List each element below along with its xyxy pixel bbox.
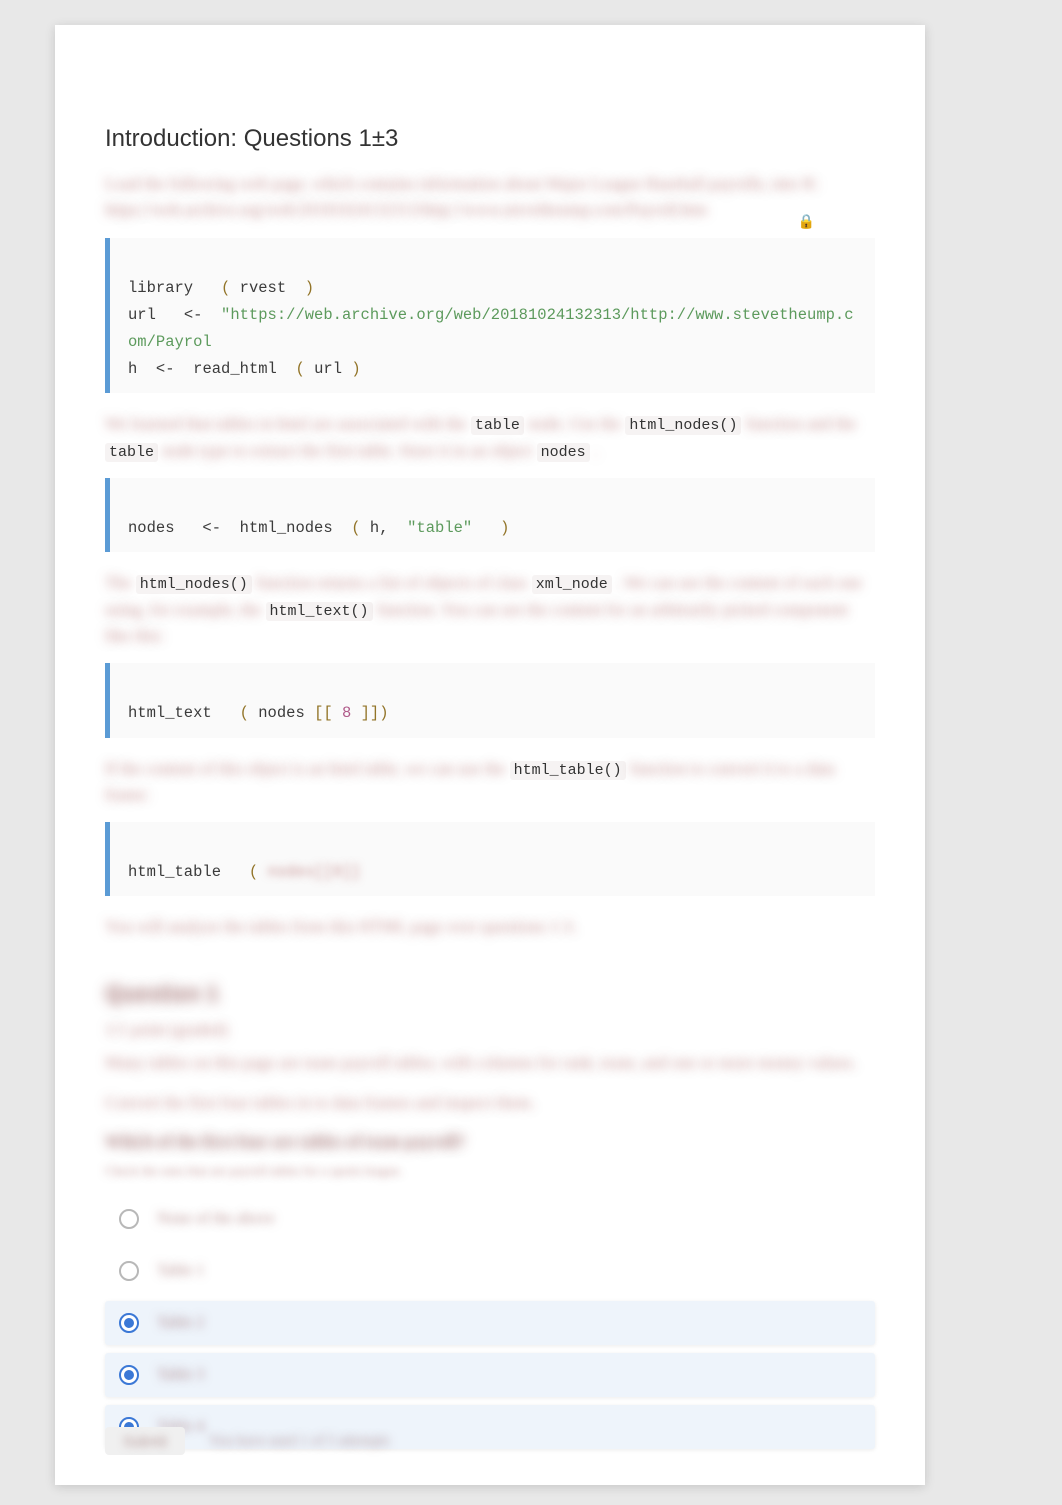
text: node. Use the <box>528 414 625 433</box>
code-block-2: nodes <- html_nodes ( h, "table" ) <box>105 478 875 552</box>
answer-option-1[interactable]: Table 1 <box>105 1249 875 1293</box>
text: The <box>105 573 136 592</box>
code-token: ]]) <box>361 704 389 722</box>
code-token: <- <box>156 360 175 378</box>
checkbox-checked-icon[interactable] <box>119 1365 139 1385</box>
code-token: ( <box>351 519 360 537</box>
code-token: url <box>314 360 342 378</box>
inline-code: html_nodes() <box>625 416 741 435</box>
code-token: "https://web.archive.org/web/20181024132… <box>128 306 854 351</box>
code-block-1: library ( rvest ) url <- "https://web.ar… <box>105 238 875 394</box>
code-token: , <box>379 519 388 537</box>
code-token: [[ <box>314 704 333 722</box>
text: We learned that tables in html are assoc… <box>105 414 471 433</box>
question-1-prompt: Which of the first four are tables of te… <box>105 1129 875 1155</box>
inline-code: xml_node <box>532 575 612 594</box>
code-token: url <box>128 306 156 324</box>
code-token: nodes <box>128 519 175 537</box>
answer-option-0[interactable]: None of the above <box>105 1197 875 1241</box>
code-token: ( <box>221 279 230 297</box>
inline-code: table <box>471 416 524 435</box>
question-1-heading: Question 1 <box>105 981 875 1007</box>
question-1-body-2: Convert the first four tables in to data… <box>105 1090 875 1116</box>
code-token-blurred: nodes[[8]] <box>268 863 361 881</box>
intro-paragraph: Load the following web page, which conta… <box>105 171 875 224</box>
checkbox-unchecked-icon[interactable] <box>119 1261 139 1281</box>
question-1-body-1: Many tables on this page are team payrol… <box>105 1050 875 1076</box>
paragraph-5: You will analyze the tables from this HT… <box>105 914 875 940</box>
code-token: 8 <box>342 704 351 722</box>
code-block-4: html_table ( nodes[[8]] <box>105 822 875 896</box>
inline-code: html_nodes() <box>136 575 252 594</box>
code-token: ( <box>295 360 304 378</box>
answer-label: Table 1 <box>157 1262 204 1280</box>
document-page: Introduction: Questions 1±3 Load the fol… <box>55 25 925 1485</box>
inline-code: html_table() <box>510 761 626 780</box>
code-token: <- <box>184 306 203 324</box>
page-title: Introduction: Questions 1±3 <box>105 125 875 153</box>
inline-code: html_text() <box>266 602 373 621</box>
answer-label: Table 3 <box>157 1366 204 1384</box>
code-token: ( <box>240 704 249 722</box>
submit-button[interactable]: Submit <box>105 1427 185 1455</box>
text: If the content of this object is an html… <box>105 759 510 778</box>
code-block-3: html_text ( nodes [[ 8 ]]) <box>105 663 875 737</box>
code-token: <- <box>202 519 221 537</box>
code-token: html_text <box>128 704 212 722</box>
answer-option-2[interactable]: Table 2 <box>105 1301 875 1345</box>
text: function returns a list of objects of cl… <box>256 573 532 592</box>
code-token: ) <box>500 519 509 537</box>
inline-code: nodes <box>537 443 590 462</box>
text: . <box>594 441 598 460</box>
answer-list: None of the aboveTable 1Table 2Table 3Ta… <box>105 1197 875 1449</box>
footer-row: Submit You have used 1 of 5 attempts <box>105 1427 390 1455</box>
code-token: ) <box>351 360 360 378</box>
lock-icon: 🔒 <box>798 213 815 230</box>
code-token: rvest <box>240 279 287 297</box>
answer-option-3[interactable]: Table 3 <box>105 1353 875 1397</box>
attempts-text: You have used 1 of 5 attempts <box>209 1433 390 1450</box>
code-token: "table" <box>407 519 472 537</box>
paragraph-4: If the content of this object is an html… <box>105 756 875 809</box>
code-token: html_table <box>128 863 221 881</box>
code-token: ( <box>249 863 258 881</box>
text: node type to extract the first table. St… <box>162 441 536 460</box>
code-token: ) <box>305 279 314 297</box>
code-token: read_html <box>193 360 277 378</box>
text: function and the <box>746 414 856 433</box>
code-token: h <box>370 519 379 537</box>
question-1-points: 1/1 point (graded) <box>105 1017 875 1043</box>
code-token: h <box>128 360 137 378</box>
paragraph-3: The html_nodes() function returns a list… <box>105 570 875 649</box>
checkbox-checked-icon[interactable] <box>119 1313 139 1333</box>
paragraph-2: We learned that tables in html are assoc… <box>105 411 875 464</box>
code-token: html_nodes <box>240 519 333 537</box>
question-1-hint: Check the ones that are payroll tables f… <box>105 1163 875 1179</box>
answer-label: None of the above <box>157 1210 275 1228</box>
code-token: nodes <box>258 704 305 722</box>
answer-label: Table 2 <box>157 1314 204 1332</box>
checkbox-unchecked-icon[interactable] <box>119 1209 139 1229</box>
inline-code: table <box>105 443 158 462</box>
code-token: library <box>128 279 193 297</box>
